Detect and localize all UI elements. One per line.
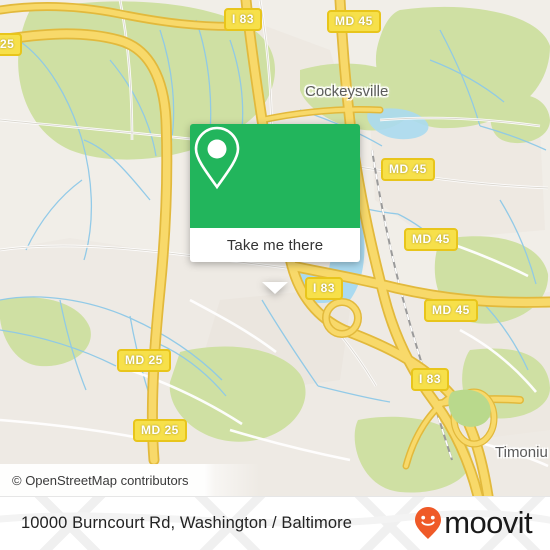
shield-md45-north: MD 45 (327, 10, 381, 33)
shield-md45-south: MD 45 (424, 299, 478, 322)
popup-tail (262, 282, 288, 294)
shield-i83-north: I 83 (224, 8, 263, 31)
shield-i83-south: I 83 (411, 368, 450, 391)
take-me-there-label: Take me there (226, 236, 324, 254)
location-popup[interactable]: Take me there (190, 124, 360, 294)
shield-i83-mid: I 83 (305, 277, 344, 300)
osm-attribution-text: © OpenStreetMap contributors (12, 472, 189, 488)
shield-md25-south: MD 25 (133, 419, 187, 442)
moovit-pin-icon (415, 507, 442, 539)
map-canvas[interactable]: I 83 MD 45 25 MD 45 MD 45 I 83 MD 45 MD … (0, 0, 550, 496)
shield-md45-mid2: MD 45 (404, 228, 458, 251)
shield-md45-mid1: MD 45 (381, 158, 435, 181)
address-title: 10000 Burncourt Rd, Washington / Baltimo… (21, 513, 353, 532)
popup-image-area (190, 124, 360, 228)
moovit-logo[interactable]: moovit (413, 505, 550, 541)
place-label-timonium: Timoniu (495, 444, 548, 461)
moovit-map-card: I 83 MD 45 25 MD 45 MD 45 I 83 MD 45 MD … (0, 0, 550, 550)
map-attribution-bar: © OpenStreetMap contributors (0, 464, 550, 496)
shield-25-edge: 25 (0, 33, 23, 56)
moovit-wordmark: moovit (444, 505, 532, 540)
footer-bar: 10000 Burncourt Rd, Washington / Baltimo… (0, 496, 550, 550)
place-label-cockeysville: Cockeysville (305, 83, 389, 100)
shield-md25-north: MD 25 (117, 349, 171, 372)
take-me-there-button[interactable]: Take me there (190, 228, 360, 262)
map-pin-icon (194, 126, 240, 190)
